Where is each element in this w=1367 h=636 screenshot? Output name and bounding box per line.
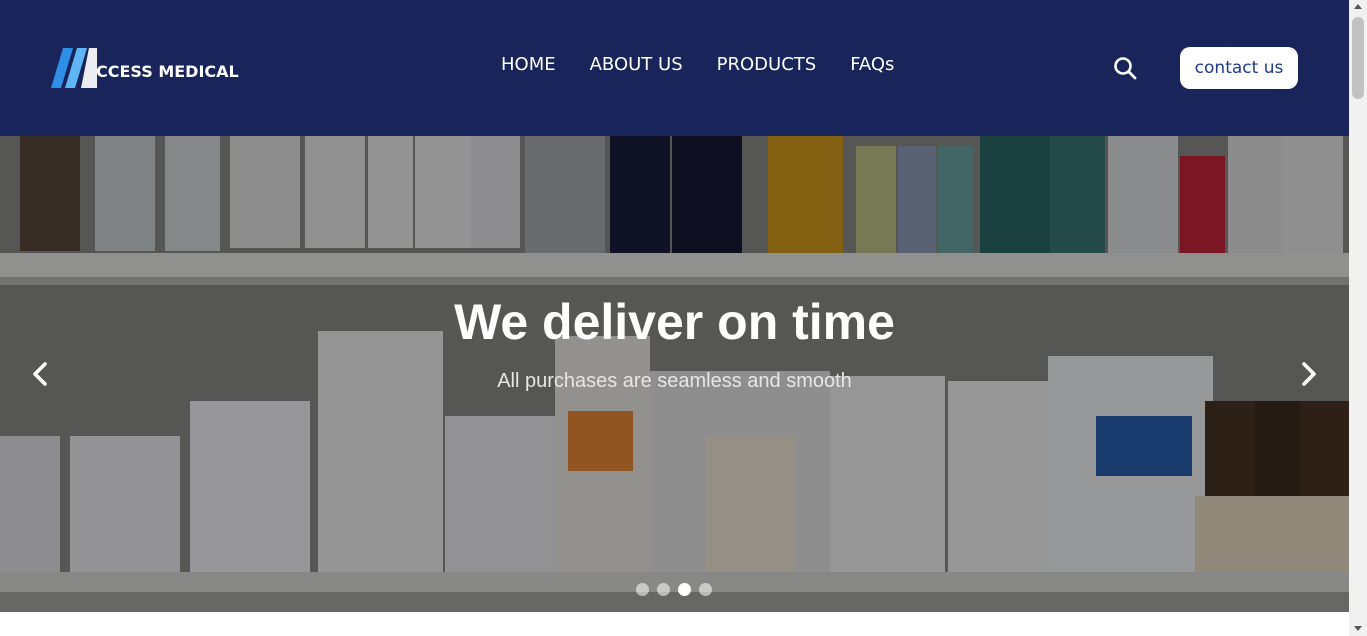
hero-carousel: We deliver on time All purchases are sea… xyxy=(0,136,1349,612)
carousel-dot-2[interactable] xyxy=(657,583,670,596)
logo-mark-icon xyxy=(51,48,97,88)
page: CCESS MEDICAL HOME ABOUT US PRODUCTS FAQ… xyxy=(0,0,1367,636)
logo[interactable]: CCESS MEDICAL xyxy=(51,48,239,88)
chevron-left-icon[interactable] xyxy=(27,360,53,388)
nav-faqs[interactable]: FAQs xyxy=(850,54,894,75)
nav-products[interactable]: PRODUCTS xyxy=(717,54,817,75)
carousel-dot-4[interactable] xyxy=(699,583,712,596)
search-icon[interactable] xyxy=(1113,56,1137,80)
scroll-thumb[interactable] xyxy=(1352,17,1364,99)
contact-us-button[interactable]: contact us xyxy=(1180,47,1298,89)
logo-text: CCESS MEDICAL xyxy=(96,62,239,81)
hero-subtitle: All purchases are seamless and smooth xyxy=(497,370,852,392)
main-nav: HOME ABOUT US PRODUCTS FAQs xyxy=(501,54,894,75)
nav-home[interactable]: HOME xyxy=(501,54,556,75)
carousel-dot-3[interactable] xyxy=(678,583,691,596)
chevron-right-icon[interactable] xyxy=(1296,360,1322,388)
vertical-scrollbar[interactable] xyxy=(1349,0,1367,636)
site-header: CCESS MEDICAL HOME ABOUT US PRODUCTS FAQ… xyxy=(0,0,1349,136)
scroll-up-arrow-icon[interactable] xyxy=(1354,4,1362,9)
carousel-indicators xyxy=(636,583,720,596)
hero-title: We deliver on time xyxy=(454,294,895,350)
scroll-down-arrow-icon[interactable] xyxy=(1354,626,1362,631)
nav-about-us[interactable]: ABOUT US xyxy=(590,54,683,75)
carousel-dot-1[interactable] xyxy=(636,583,649,596)
